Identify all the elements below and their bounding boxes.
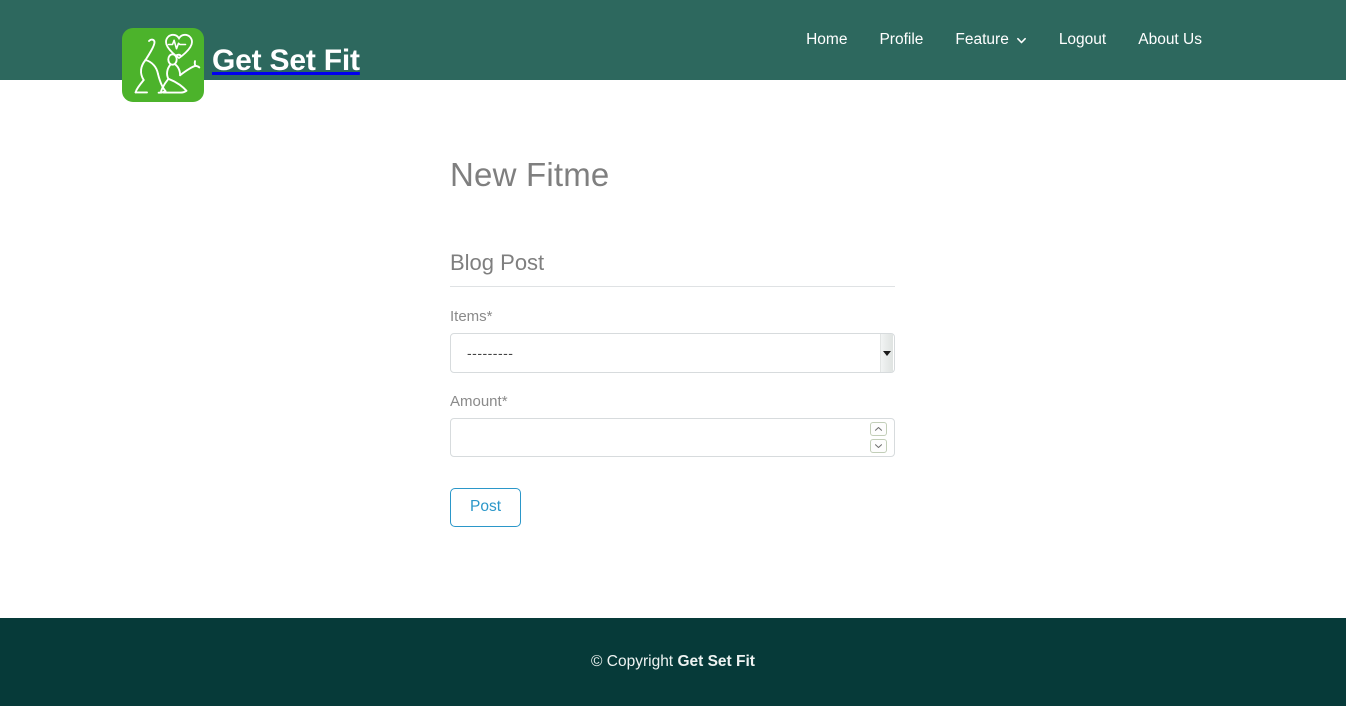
copyright-text: © Copyright Get Set Fit	[591, 654, 755, 670]
chevron-down-icon[interactable]	[870, 439, 887, 453]
nav-link-home[interactable]: Home	[790, 24, 863, 56]
form-section-legend: Blog Post	[450, 252, 895, 287]
amount-field-label: Amount*	[450, 393, 508, 410]
nav-link-profile[interactable]: Profile	[863, 24, 939, 56]
fitness-yoga-heart-logo-icon	[122, 28, 204, 102]
copyright-symbol: ©	[591, 653, 603, 671]
post-submit-button[interactable]: Post	[450, 488, 522, 527]
footer-brand-name: Get Set Fit	[677, 653, 755, 671]
amount-input[interactable]	[451, 419, 894, 456]
items-field-group: Items* ---------	[450, 309, 895, 373]
brand-name: Get Set Fit	[212, 44, 360, 77]
nav-link-feature[interactable]: Feature	[939, 24, 1042, 56]
amount-spinner	[870, 422, 887, 453]
amount-field-group: Amount*	[450, 394, 895, 457]
dropdown-triangle-icon[interactable]	[880, 334, 893, 372]
nav-link-about-us[interactable]: About Us	[1122, 24, 1218, 56]
new-fitme-form: Blog Post Items* --------- Amount* Post	[450, 252, 895, 527]
items-select-value: ---------	[467, 345, 514, 361]
nav-label-profile: Profile	[879, 31, 924, 49]
site-header: Get Set Fit Home Profile Feature Logout …	[0, 0, 1346, 102]
chevron-down-icon	[1016, 35, 1027, 46]
items-field-label: Items*	[450, 308, 493, 325]
copyright-prefix: Copyright	[606, 653, 674, 671]
nav-label-about-us: About Us	[1138, 31, 1202, 49]
page-title: New Fitme	[450, 156, 610, 193]
brand-logo-link[interactable]: Get Set Fit	[122, 28, 360, 102]
amount-input-wrapper	[450, 418, 895, 457]
chevron-up-icon[interactable]	[870, 422, 887, 436]
nav-label-logout: Logout	[1058, 31, 1107, 49]
site-footer: © Copyright Get Set Fit	[0, 618, 1346, 706]
main-navigation: Home Profile Feature Logout About Us	[790, 0, 1218, 80]
nav-link-logout[interactable]: Logout	[1043, 24, 1122, 56]
main-content: New Fitme Blog Post Items* --------- Amo…	[0, 80, 1346, 618]
items-select[interactable]: ---------	[450, 333, 895, 373]
nav-label-feature: Feature	[955, 31, 1009, 49]
nav-label-home: Home	[806, 31, 848, 49]
